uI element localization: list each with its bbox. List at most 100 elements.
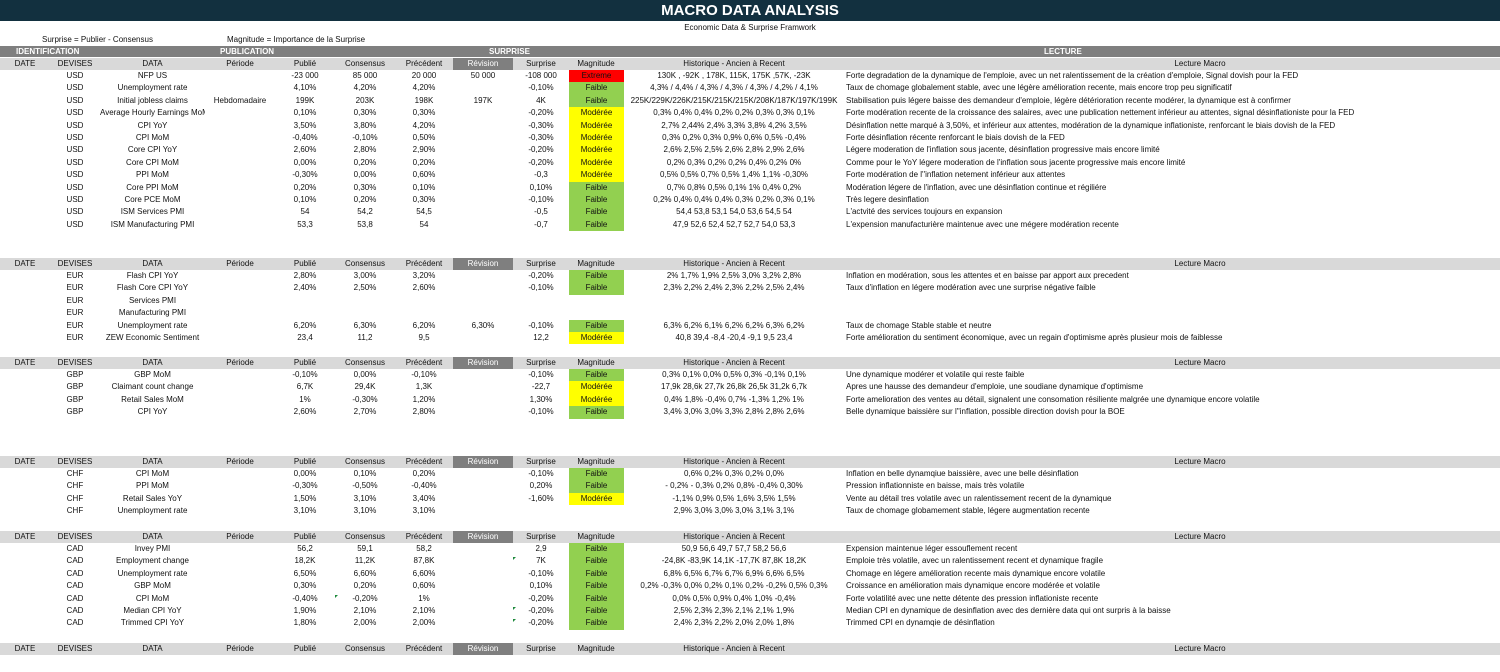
cell-precedent[interactable]: 0,60% <box>395 169 453 181</box>
header-devise[interactable]: DEVISES <box>50 258 100 270</box>
cell-data[interactable]: Core PPI MoM <box>100 182 205 194</box>
cell-consensus[interactable]: 85 000 <box>335 70 395 82</box>
header-publie[interactable]: Publié <box>275 531 335 543</box>
cell-precedent[interactable]: 1,3K <box>395 381 453 393</box>
cell-data[interactable]: CPI MoM <box>100 593 205 605</box>
cell-consensus[interactable]: 0,10% <box>335 468 395 480</box>
header-magnitude[interactable]: Magnitude <box>568 357 624 369</box>
header-devise[interactable]: DEVISES <box>50 531 100 543</box>
cell-lecture[interactable]: L'actvité des services toujours en expan… <box>846 206 1496 218</box>
header-date[interactable]: DATE <box>0 357 50 369</box>
cell-publie[interactable]: 3,50% <box>275 120 335 132</box>
cell-precedent[interactable]: 0,60% <box>395 580 453 592</box>
header-data[interactable]: DATA <box>100 643 205 655</box>
header-magnitude[interactable]: Magnitude <box>568 58 624 70</box>
cell-consensus[interactable]: 0,00% <box>335 369 395 381</box>
cell-historique[interactable]: 2,9% 3,0% 3,0% 3,0% 3,1% 3,1% <box>625 505 843 517</box>
header-publie[interactable]: Publié <box>275 357 335 369</box>
cell-precedent[interactable]: 0,20% <box>395 468 453 480</box>
cell-magnitude[interactable]: Extreme <box>569 70 624 83</box>
cell-lecture[interactable]: Trimmed CPI en dynamqie de désinflation <box>846 617 1496 629</box>
cell-lecture[interactable]: Forte degradation de la dynamique de l'e… <box>846 70 1496 82</box>
cell-consensus[interactable]: 0,30% <box>335 107 395 119</box>
header-date[interactable]: DATE <box>0 456 50 468</box>
cell-magnitude[interactable]: Faible <box>569 206 624 219</box>
cell-consensus[interactable]: 53,8 <box>335 219 395 231</box>
cell-precedent[interactable]: 0,30% <box>395 194 453 206</box>
header-data[interactable]: DATA <box>100 456 205 468</box>
cell-data[interactable]: ISM Services PMI <box>100 206 205 218</box>
cell-lecture[interactable]: Inflation en belle dynamqiue baissière, … <box>846 468 1496 480</box>
cell-devise[interactable]: GBP <box>50 369 100 381</box>
cell-lecture[interactable]: Forte volatilité avec une nette détente … <box>846 593 1496 605</box>
cell-surprise[interactable]: 0,20% <box>513 480 569 492</box>
cell-lecture[interactable]: Forte désinflation récente renforcant le… <box>846 132 1496 144</box>
cell-consensus[interactable]: -0,10% <box>335 132 395 144</box>
header-revision[interactable]: Révision <box>453 58 513 70</box>
cell-surprise[interactable]: -0,20% <box>513 617 569 629</box>
cell-precedent[interactable]: 0,20% <box>395 157 453 169</box>
header-magnitude[interactable]: Magnitude <box>568 531 624 543</box>
cell-surprise[interactable]: 2,9 <box>513 543 569 555</box>
cell-publie[interactable]: -0,40% <box>275 593 335 605</box>
cell-surprise[interactable]: -0,30% <box>513 132 569 144</box>
header-data[interactable]: DATA <box>100 258 205 270</box>
cell-publie[interactable]: 2,40% <box>275 282 335 294</box>
cell-consensus[interactable]: -0,50% <box>335 480 395 492</box>
cell-data[interactable]: Flash Core CPI YoY <box>100 282 205 294</box>
cell-precedent[interactable]: 87,8K <box>395 555 453 567</box>
cell-data[interactable]: Trimmed CPI YoY <box>100 617 205 629</box>
cell-publie[interactable]: 6,7K <box>275 381 335 393</box>
cell-publie[interactable]: 2,60% <box>275 406 335 418</box>
cell-data[interactable]: Core PCE MoM <box>100 194 205 206</box>
cell-devise[interactable]: EUR <box>50 320 100 332</box>
cell-magnitude[interactable]: Modérée <box>569 393 624 407</box>
cell-surprise[interactable]: -0,7 <box>513 219 569 231</box>
cell-publie[interactable]: 0,10% <box>275 107 335 119</box>
cell-data[interactable]: Core CPI MoM <box>100 157 205 169</box>
cell-devise[interactable]: USD <box>50 107 100 119</box>
header-periode[interactable]: Période <box>205 531 275 543</box>
cell-historique[interactable]: 0,3% 0,4% 0,4% 0,2% 0,2% 0,3% 0,3% 0,1% <box>625 107 843 119</box>
header-magnitude[interactable]: Magnitude <box>568 643 624 655</box>
header-devise[interactable]: DEVISES <box>50 58 100 70</box>
cell-magnitude[interactable]: Faible <box>569 567 624 581</box>
cell-lecture[interactable]: Emploie très volatile, avec un ralentiss… <box>846 555 1496 567</box>
cell-devise[interactable]: USD <box>50 70 100 82</box>
cell-precedent[interactable]: 20 000 <box>395 70 453 82</box>
header-publie[interactable]: Publié <box>275 643 335 655</box>
cell-precedent[interactable]: 2,80% <box>395 406 453 418</box>
cell-lecture[interactable]: Chomage en légere amélioration recente m… <box>846 568 1496 580</box>
cell-consensus[interactable]: 2,80% <box>335 144 395 156</box>
cell-devise[interactable]: EUR <box>50 332 100 344</box>
cell-lecture[interactable]: Très legere desinflation <box>846 194 1496 206</box>
cell-devise[interactable]: EUR <box>50 307 100 319</box>
cell-precedent[interactable]: 2,90% <box>395 144 453 156</box>
cell-historique[interactable]: 0,5% 0,5% 0,7% 0,5% 1,4% 1,1% -0,30% <box>625 169 843 181</box>
header-revision[interactable]: Révision <box>453 531 513 543</box>
cell-publie[interactable]: -0,30% <box>275 169 335 181</box>
cell-surprise[interactable]: 7K <box>513 555 569 567</box>
cell-lecture[interactable]: Taux d'inflation en légere modération av… <box>846 282 1496 294</box>
cell-surprise[interactable]: -0,20% <box>513 593 569 605</box>
header-consensus[interactable]: Consensus <box>335 456 395 468</box>
cell-publie[interactable]: 6,50% <box>275 568 335 580</box>
cell-lecture[interactable]: Légere moderation de l'inflation sous ja… <box>846 144 1496 156</box>
cell-magnitude[interactable]: Faible <box>569 270 624 283</box>
cell-devise[interactable]: GBP <box>50 406 100 418</box>
cell-surprise[interactable]: -1,60% <box>513 493 569 505</box>
header-lecture[interactable]: Lecture Macro <box>846 531 1500 543</box>
cell-publie[interactable]: 56,2 <box>275 543 335 555</box>
cell-precedent[interactable]: -0,40% <box>395 480 453 492</box>
header-revision[interactable]: Révision <box>453 357 513 369</box>
cell-historique[interactable]: 2,7% 2,44% 2,4% 3,3% 3,8% 4,2% 3,5% <box>625 120 843 132</box>
cell-magnitude[interactable]: Modérée <box>569 107 624 120</box>
cell-surprise[interactable]: -0,20% <box>513 270 569 282</box>
header-lecture[interactable]: Lecture Macro <box>846 258 1500 270</box>
cell-historique[interactable]: 225K/229K/226K/215K/215K/215K/208K/187K/… <box>625 95 843 107</box>
cell-consensus[interactable]: 11,2 <box>335 332 395 344</box>
cell-surprise[interactable]: -0,10% <box>513 568 569 580</box>
cell-precedent[interactable]: 1% <box>395 593 453 605</box>
cell-historique[interactable]: 47,9 52,6 52,4 52,7 52,7 54,0 53,3 <box>625 219 843 231</box>
cell-consensus[interactable]: 2,50% <box>335 282 395 294</box>
